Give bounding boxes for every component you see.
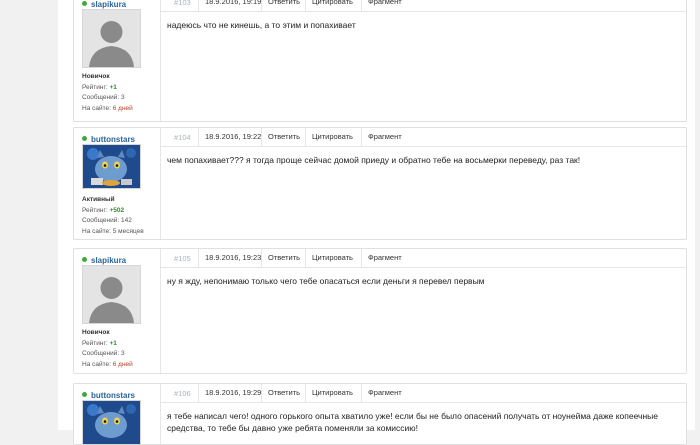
post-card: buttonstars Активный Рейтинг: +502 Сообщ… [73, 127, 687, 240]
post-card: buttonstars #106 18.9.2016, 19:29 Ответи… [73, 383, 687, 445]
avatar[interactable] [82, 265, 141, 324]
online-status-icon [82, 1, 87, 6]
author-stats: Новичок Рейтинг: +1 Сообщений: 3 На сайт… [82, 329, 133, 368]
author-on-site: 6 дней [112, 104, 133, 112]
post-date: 18.9.2016, 19:23 [198, 249, 267, 267]
post-date: 18.9.2016, 19:19 [198, 0, 267, 11]
author-on-site: 5 месяцев [112, 227, 144, 235]
avatar[interactable] [82, 400, 141, 445]
avatar[interactable] [82, 144, 141, 189]
post-number-link[interactable]: #104 [174, 133, 191, 142]
author-username[interactable]: buttonstars [91, 135, 135, 144]
post-header: #105 18.9.2016, 19:23 Ответить Цитироват… [161, 249, 686, 268]
author-rank: Новичок [82, 73, 110, 80]
author-username[interactable]: slapikura [91, 256, 126, 265]
online-status-icon [82, 257, 87, 262]
post-header: #106 18.9.2016, 19:29 Ответить Цитироват… [161, 384, 686, 403]
reply-button[interactable]: Ответить [261, 249, 306, 267]
author-on-site: 6 дней [112, 360, 133, 368]
online-status-icon [82, 392, 87, 397]
fragment-button[interactable]: Фрагмент [361, 384, 408, 402]
author-messages: 3 [121, 350, 125, 357]
post-header: #103 18.9.2016, 19:19 Ответить Цитироват… [161, 0, 686, 12]
post-author-sidebar: slapikura Новичок Рейтинг: +1 Сообщений:… [74, 249, 160, 373]
post-body: надеюсь что не кинешь, а то этим и попах… [167, 20, 356, 30]
post-header: #104 18.9.2016, 19:22 Ответить Цитироват… [161, 128, 686, 147]
quote-button[interactable]: Цитировать [305, 384, 359, 402]
reply-button[interactable]: Ответить [261, 384, 306, 402]
post-author-sidebar: buttonstars [74, 128, 160, 239]
author-rating: +1 [109, 83, 117, 91]
post-author-sidebar: buttonstars [74, 384, 160, 445]
author-stats: Новичок Рейтинг: +1 Сообщений: 3 На сайт… [82, 73, 133, 112]
fragment-button[interactable]: Фрагмент [361, 128, 408, 146]
author-stats: Активный Рейтинг: +502 Сообщений: 142 На… [82, 196, 144, 235]
author-messages: 142 [121, 217, 132, 224]
author-messages: 3 [121, 94, 125, 101]
post-card: slapikura Новичок Рейтинг: +1 Сообщений:… [73, 0, 687, 122]
page-background-left [0, 0, 58, 430]
post-body: я тебе написал чего! одного горького опы… [167, 411, 659, 433]
post-date: 18.9.2016, 19:22 [198, 128, 267, 146]
post-body: чем попахивает??? я тогда проще сейчас д… [167, 155, 581, 165]
author-rank: Активный [82, 196, 115, 203]
post-number-link[interactable]: #103 [174, 0, 191, 7]
post-author-sidebar: slapikura Новичок Рейтинг: +1 Сообщений:… [74, 0, 160, 121]
quote-button[interactable]: Цитировать [305, 128, 359, 146]
online-status-icon [82, 136, 87, 141]
author-username[interactable]: buttonstars [91, 391, 135, 400]
post-number-link[interactable]: #105 [174, 254, 191, 263]
quote-button[interactable]: Цитировать [305, 0, 359, 11]
post-body: ну я жду, непонимаю только чего тебе опа… [167, 276, 485, 286]
author-rating: +1 [109, 339, 117, 347]
author-rating: +502 [109, 206, 125, 214]
reply-button[interactable]: Ответить [261, 0, 306, 11]
fragment-button[interactable]: Фрагмент [361, 249, 408, 267]
reply-button[interactable]: Ответить [261, 128, 306, 146]
post-card: slapikura Новичок Рейтинг: +1 Сообщений:… [73, 248, 687, 374]
avatar[interactable] [82, 9, 141, 68]
post-date: 18.9.2016, 19:29 [198, 384, 267, 402]
fragment-button[interactable]: Фрагмент [361, 0, 408, 11]
post-number-link[interactable]: #106 [174, 389, 191, 398]
page-background-right [695, 0, 700, 430]
quote-button[interactable]: Цитировать [305, 249, 359, 267]
author-username[interactable]: slapikura [91, 0, 126, 9]
author-rank: Новичок [82, 329, 110, 336]
